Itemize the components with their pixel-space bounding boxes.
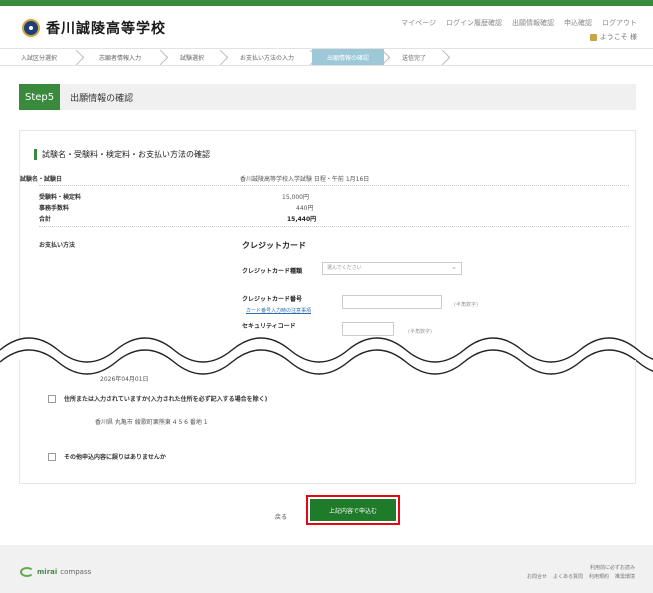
user-icon (589, 33, 597, 41)
mirai-brand-text: mirai (37, 568, 58, 576)
confirm-checkbox-1[interactable] (48, 394, 56, 403)
row-handling-label: 事務手数料 (39, 205, 70, 212)
footer-link-terms[interactable]: 利用規約 (589, 573, 609, 580)
row-total-label: 合計 (39, 216, 52, 223)
confirm-checkbox-2[interactable] (48, 452, 56, 461)
step-1: 入試区分選択 (0, 49, 78, 65)
confirm-text-1: 住所または入力されていますか(入力された住所を必ず記入する場合を除く) (64, 396, 268, 403)
payment-method-label: お支払い方法 (39, 242, 76, 249)
header: 香川誠陵高等学校 マイページ ログイン履歴確認 出願情報確認 申込確認 ログアウ… (0, 6, 653, 44)
user-greeting: ようこそ 様 (589, 32, 637, 42)
progress-steps: 入試区分選択 志願者情報入力 試験選択 お支払い方法の入力 出願情報の確認 送信… (0, 48, 653, 66)
section-heading: 試験名・受験料・検定料・お支払い方法の確認 (34, 149, 210, 160)
row-divider (39, 226, 629, 227)
card-number-input[interactable] (342, 295, 442, 309)
payment-method-value: クレジットカード (242, 241, 306, 250)
footer: mirai compass 利用前に必ずお読み お問合せ よくある質問 利用規約… (0, 545, 653, 593)
mirai-brand-text-2: compass (60, 568, 92, 576)
user-greeting-text: ようこそ 様 (599, 33, 637, 41)
row-fee-label: 受験料・検定料 (39, 194, 82, 201)
school-emblem-icon (22, 19, 40, 37)
footer-notice-link[interactable]: 利用前に必ずお読み (590, 564, 635, 571)
mirai-compass-logo[interactable]: mirai compass (20, 567, 91, 577)
card-number-help-link[interactable]: カード番号入力時の注意事項 (246, 307, 311, 314)
date-text: 2026年04月01日 (100, 376, 149, 383)
step-4: お支払い方法の入力 (222, 49, 312, 65)
summary-panel: 試験名・受験料・検定料・お支払い方法の確認 (19, 130, 636, 360)
submit-button[interactable]: 上記内容で申込む (310, 499, 396, 521)
confirm-row-2: その他申込内容に誤りはありませんか (48, 452, 166, 461)
step-5-active: 出願情報の確認 (312, 49, 384, 65)
row-exam-value: 香川誠陵高等学校入学試験 日程・午前 1月16日 (240, 176, 370, 183)
confirm-subtext-1: 香川県 丸亀市 綾歌町栗熊東 4 5 6 番地 1 (95, 419, 208, 426)
step-title-bar: Step5 出願情報の確認 (19, 84, 636, 110)
top-nav-confirm[interactable]: 申込確認 (564, 18, 592, 28)
step-title: 出願情報の確認 (70, 93, 134, 104)
step-3: 試験選択 (162, 49, 222, 65)
section-heading-text: 試験名・受験料・検定料・お支払い方法の確認 (42, 150, 210, 159)
top-nav-application[interactable]: 出願情報確認 (512, 18, 554, 28)
row-total-value: 15,440円 (287, 216, 317, 223)
footer-link-env[interactable]: 推奨環境 (615, 573, 635, 580)
mirai-logo-icon (20, 567, 34, 577)
section-heading-bar (34, 149, 37, 160)
step-badge: Step5 (19, 84, 61, 110)
security-code-label: セキュリティコード (242, 323, 296, 330)
row-handling-value: 440円 (296, 205, 314, 212)
card-number-hint: (半角数字) (454, 302, 478, 308)
row-fee-value: 15,000円 (282, 194, 309, 201)
footer-links: お問合せ よくある質問 利用規約 推奨環境 (527, 573, 635, 580)
card-number-label: クレジットカード番号 (242, 296, 303, 303)
footer-link-faq[interactable]: よくある質問 (553, 573, 583, 580)
top-nav-logout[interactable]: ログアウト (602, 18, 637, 28)
confirm-row-1: 住所または入力されていますか(入力された住所を必ず記入する場合を除く) (48, 394, 267, 403)
step-6: 送信完了 (384, 49, 444, 65)
card-type-label: クレジットカード種類 (242, 268, 303, 275)
back-link[interactable]: 戻る (275, 512, 287, 521)
step-2: 志願者情報入力 (78, 49, 162, 65)
row-exam-label: 試験名・試験日 (20, 176, 63, 183)
row-divider (39, 185, 629, 186)
top-nav: マイページ ログイン履歴確認 出願情報確認 申込確認 ログアウト (401, 18, 637, 28)
footer-link-contact[interactable]: お問合せ (527, 573, 547, 580)
school-name: 香川誠陵高等学校 (46, 21, 166, 37)
top-nav-mypage[interactable]: マイページ (401, 18, 436, 28)
top-nav-login-history[interactable]: ログイン履歴確認 (446, 18, 502, 28)
school-logo[interactable]: 香川誠陵高等学校 (22, 18, 166, 38)
confirm-text-2: その他申込内容に誤りはありませんか (64, 454, 166, 461)
card-type-select[interactable]: 選んでください (322, 262, 462, 275)
